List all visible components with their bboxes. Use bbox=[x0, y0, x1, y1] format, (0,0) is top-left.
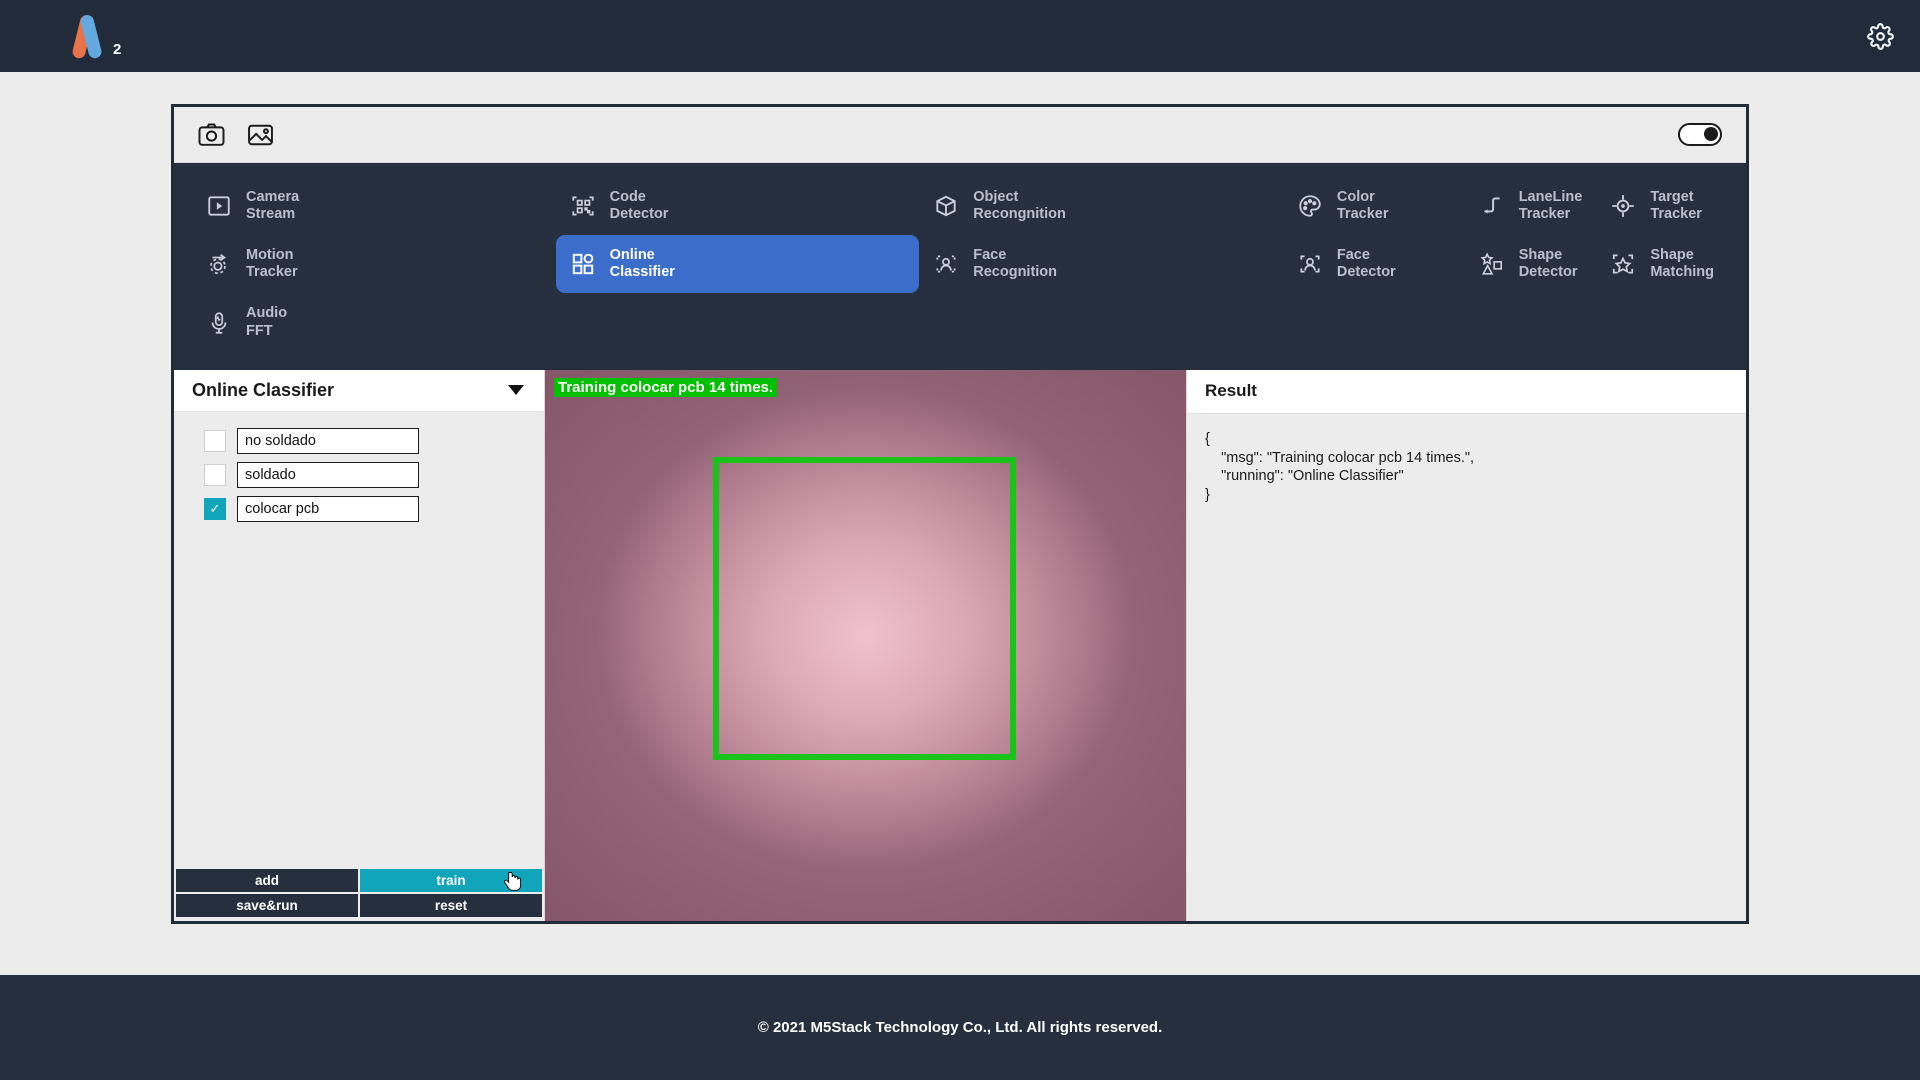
function-object-recognition[interactable]: Object Recongnition bbox=[919, 177, 1283, 235]
function-shape-detector[interactable]: Shape Detector bbox=[1465, 235, 1597, 293]
workspace: Online Classifier ✓ bbox=[174, 370, 1746, 921]
function-target-tracker[interactable]: Target Tracker bbox=[1596, 177, 1728, 235]
function-label: Object Recongnition bbox=[973, 189, 1066, 223]
camera-icon[interactable] bbox=[198, 123, 225, 147]
list-item: ✓ bbox=[204, 496, 544, 522]
function-label: Face Detector bbox=[1337, 247, 1396, 281]
toggle-knob bbox=[1704, 127, 1718, 141]
function-code-detector[interactable]: Code Detector bbox=[556, 177, 920, 235]
page-stage: Camera Stream Code Detector bbox=[0, 72, 1920, 975]
function-label: Code Detector bbox=[610, 189, 669, 223]
function-label: Face Recognition bbox=[973, 247, 1057, 281]
class-label-input-1[interactable] bbox=[237, 462, 419, 488]
function-label: LaneLine Tracker bbox=[1519, 189, 1583, 223]
function-label: Online Classifier bbox=[610, 247, 675, 281]
function-label: Shape Detector bbox=[1519, 247, 1578, 281]
function-face-recognition[interactable]: Face Recognition bbox=[919, 235, 1283, 293]
class-label-input-0[interactable] bbox=[237, 428, 419, 454]
add-button[interactable]: add bbox=[176, 869, 358, 892]
v-logo-icon bbox=[66, 13, 112, 59]
result-panel: Result { "msg": "Training colocar pcb 14… bbox=[1186, 370, 1746, 921]
result-title: Result bbox=[1205, 381, 1257, 401]
cube-icon bbox=[933, 193, 959, 219]
laneline-icon bbox=[1479, 193, 1505, 219]
shape-detector-icon bbox=[1479, 251, 1505, 277]
function-panel: Camera Stream Code Detector bbox=[174, 163, 1746, 370]
function-online-classifier[interactable]: Online Classifier bbox=[556, 235, 920, 293]
result-panel-header: Result bbox=[1187, 370, 1746, 414]
stream-toggle[interactable] bbox=[1678, 123, 1722, 146]
class-label-input-2[interactable] bbox=[237, 496, 419, 522]
mouse-cursor-icon bbox=[504, 871, 523, 893]
class-label-list: ✓ bbox=[174, 412, 544, 869]
microphone-icon bbox=[206, 310, 232, 336]
function-shape-matching[interactable]: Shape Matching bbox=[1596, 235, 1728, 293]
motion-icon bbox=[206, 251, 232, 277]
save-and-run-button[interactable]: save&run bbox=[176, 894, 358, 917]
image-icon[interactable] bbox=[247, 123, 274, 147]
view-toolbar bbox=[174, 107, 1746, 163]
function-camera-stream[interactable]: Camera Stream bbox=[192, 177, 556, 235]
class-checkbox-2[interactable]: ✓ bbox=[204, 498, 226, 520]
function-label: Shape Matching bbox=[1650, 247, 1714, 281]
function-label: Color Tracker bbox=[1337, 189, 1389, 223]
function-label: Camera Stream bbox=[246, 189, 299, 223]
copyright-text: © 2021 M5Stack Technology Co., Ltd. All … bbox=[758, 1019, 1163, 1036]
app-logo[interactable]: 2 bbox=[66, 13, 121, 59]
logo-subscript: 2 bbox=[113, 41, 121, 58]
function-label: Motion Tracker bbox=[246, 247, 298, 281]
class-checkbox-0[interactable] bbox=[204, 430, 226, 452]
face-recognition-icon bbox=[933, 251, 959, 277]
function-laneline-tracker[interactable]: LaneLine Tracker bbox=[1465, 177, 1597, 235]
train-button[interactable]: train bbox=[360, 869, 542, 892]
app-footer: © 2021 M5Stack Technology Co., Ltd. All … bbox=[0, 975, 1920, 1080]
app-window: Camera Stream Code Detector bbox=[171, 104, 1749, 924]
train-button-label: train bbox=[436, 873, 465, 888]
gear-icon[interactable] bbox=[1867, 23, 1894, 50]
class-checkbox-1[interactable] bbox=[204, 464, 226, 486]
roi-rectangle[interactable] bbox=[713, 457, 1016, 760]
classifier-panel-header: Online Classifier bbox=[174, 370, 544, 412]
app-header: 2 bbox=[0, 0, 1920, 72]
classifier-actions: add train save&run reset bbox=[174, 869, 544, 921]
list-item bbox=[204, 428, 544, 454]
function-label: Audio FFT bbox=[246, 305, 287, 339]
training-status-overlay: Training colocar pcb 14 times. bbox=[554, 378, 777, 397]
chevron-down-icon[interactable] bbox=[508, 385, 524, 395]
palette-icon bbox=[1297, 193, 1323, 219]
qr-code-icon bbox=[570, 193, 596, 219]
page-title: Online Classifier bbox=[192, 380, 334, 401]
camera-stream-icon bbox=[206, 193, 232, 219]
face-detector-icon bbox=[1297, 251, 1323, 277]
function-face-detector[interactable]: Face Detector bbox=[1283, 235, 1465, 293]
shape-matching-icon bbox=[1610, 251, 1636, 277]
result-json-output: { "msg": "Training colocar pcb 14 times.… bbox=[1187, 414, 1746, 521]
classifier-panel: Online Classifier ✓ bbox=[174, 370, 545, 921]
function-color-tracker[interactable]: Color Tracker bbox=[1283, 177, 1465, 235]
function-motion-tracker[interactable]: Motion Tracker bbox=[192, 235, 556, 293]
grid-squares-icon bbox=[570, 251, 596, 277]
function-label: Target Tracker bbox=[1650, 189, 1702, 223]
list-item bbox=[204, 462, 544, 488]
function-audio-fft[interactable]: Audio FFT bbox=[192, 293, 556, 351]
function-grid: Camera Stream Code Detector bbox=[192, 177, 1728, 352]
camera-view[interactable]: Training colocar pcb 14 times. bbox=[545, 370, 1186, 921]
crosshair-icon bbox=[1610, 193, 1636, 219]
reset-button[interactable]: reset bbox=[360, 894, 542, 917]
